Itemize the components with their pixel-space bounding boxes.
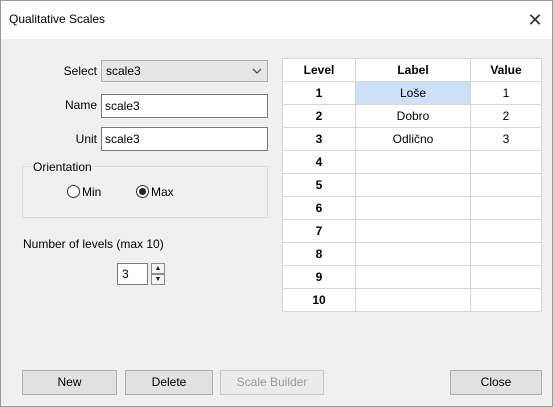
value-cell[interactable] (470, 265, 542, 289)
level-cell: 1 (282, 81, 356, 105)
label-cell[interactable] (355, 150, 471, 174)
table-row: 1 Loše 1 (282, 81, 542, 105)
table-row: 8 (282, 242, 542, 266)
table-row: 10 (282, 288, 542, 312)
qualitative-scales-dialog: Qualitative Scales ✕ Select scale3 Name … (0, 0, 553, 407)
close-button[interactable]: Close (450, 370, 542, 395)
chevron-down-icon (252, 68, 262, 74)
label-cell[interactable] (355, 288, 471, 312)
select-label: Select (63, 64, 97, 78)
unit-field[interactable]: scale3 (101, 127, 268, 151)
table-row: 9 (282, 265, 542, 289)
level-cell: 10 (282, 288, 356, 312)
label-cell[interactable] (355, 265, 471, 289)
level-cell: 5 (282, 173, 356, 197)
value-cell[interactable] (470, 242, 542, 266)
level-cell: 7 (282, 219, 356, 243)
level-cell: 4 (282, 150, 356, 174)
value-cell[interactable]: 1 (470, 81, 542, 105)
label-cell[interactable] (355, 196, 471, 220)
table-row: 3 Odlično 3 (282, 127, 542, 151)
orientation-title: Orientation (31, 160, 94, 174)
column-header-value[interactable]: Value (470, 58, 542, 82)
value-cell[interactable] (470, 196, 542, 220)
window-title: Qualitative Scales (9, 12, 106, 26)
level-cell: 2 (282, 104, 356, 128)
label-cell[interactable] (355, 242, 471, 266)
spin-up-button[interactable]: ▲ (151, 263, 165, 274)
table-row: 6 (282, 196, 542, 220)
delete-button[interactable]: Delete (125, 370, 213, 395)
title-bar: Qualitative Scales ✕ (1, 1, 552, 39)
unit-label: Unit (75, 132, 97, 146)
value-cell[interactable] (470, 173, 542, 197)
scale-builder-button[interactable]: Scale Builder (220, 370, 324, 395)
value-cell[interactable] (470, 150, 542, 174)
label-cell[interactable]: Odlično (355, 127, 471, 151)
radio-min-label: Min (82, 185, 102, 199)
name-label: Name (64, 98, 97, 112)
column-header-label[interactable]: Label (355, 58, 471, 82)
levels-table: Level Label Value 1 Loše 1 2 Dobro 2 3 O… (282, 58, 542, 312)
value-cell[interactable] (470, 288, 542, 312)
spin-up-icon: ▲ (154, 265, 162, 272)
table-header-row: Level Label Value (282, 58, 542, 82)
value-cell[interactable]: 2 (470, 104, 542, 128)
new-button[interactable]: New (22, 370, 117, 395)
label-cell[interactable]: Loše (355, 81, 471, 105)
level-cell: 6 (282, 196, 356, 220)
levels-count-label: Number of levels (max 10) (23, 237, 164, 251)
spin-down-button[interactable]: ▼ (151, 274, 165, 285)
spin-down-icon: ▼ (154, 276, 162, 283)
level-cell: 3 (282, 127, 356, 151)
levels-count-value: 3 (122, 267, 129, 281)
radio-max[interactable] (136, 185, 149, 198)
level-cell: 9 (282, 265, 356, 289)
label-cell[interactable] (355, 173, 471, 197)
scale-select[interactable]: scale3 (101, 60, 268, 82)
label-cell[interactable]: Dobro (355, 104, 471, 128)
radio-min[interactable] (67, 185, 80, 198)
level-cell: 8 (282, 242, 356, 266)
column-header-level[interactable]: Level (282, 58, 356, 82)
value-cell[interactable] (470, 219, 542, 243)
table-row: 5 (282, 173, 542, 197)
scale-select-value: scale3 (106, 64, 141, 78)
table-row: 2 Dobro 2 (282, 104, 542, 128)
table-row: 7 (282, 219, 542, 243)
label-cell[interactable] (355, 219, 471, 243)
radio-max-label: Max (151, 185, 174, 199)
name-field[interactable]: scale3 (101, 94, 268, 118)
name-field-value: scale3 (105, 99, 140, 113)
levels-count-input[interactable]: 3 (117, 263, 148, 285)
unit-field-value: scale3 (105, 132, 140, 146)
value-cell[interactable]: 3 (470, 127, 542, 151)
close-window-icon[interactable]: ✕ (522, 7, 548, 33)
table-row: 4 (282, 150, 542, 174)
